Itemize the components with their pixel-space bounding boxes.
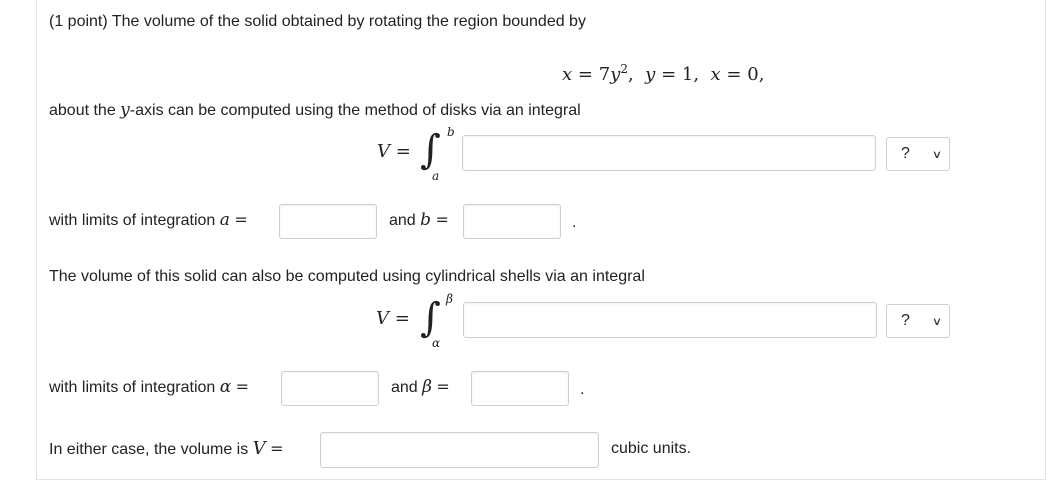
- disk-lower-limit: a: [432, 169, 440, 183]
- limit-beta-input[interactable]: [471, 371, 569, 406]
- chevron-down-icon: ∨: [931, 315, 943, 328]
- disk-integral-sign: ∫: [420, 127, 441, 173]
- boundary-equations: x = 7y2, y = 1, x = 0,: [562, 62, 765, 85]
- about-axis-text: about the y-axis can be computed using t…: [49, 100, 581, 120]
- problem-intro: (1 point) The volume of the solid obtain…: [49, 13, 586, 30]
- limit-b-input[interactable]: [463, 204, 561, 239]
- shell-limits-text: with limits of integration α =: [49, 377, 250, 397]
- and-beta-text: and β =: [391, 377, 450, 397]
- volume-text: In either case, the volume is V =: [49, 438, 284, 459]
- limit-a-input[interactable]: [279, 204, 377, 239]
- units-label: cubic units.: [611, 440, 692, 457]
- disk-variable-select[interactable]: ? ∨: [886, 137, 950, 171]
- volume-input[interactable]: [320, 432, 599, 468]
- chevron-down-icon: ∨: [931, 148, 943, 161]
- problem-panel: [36, 0, 1046, 480]
- limit-alpha-input[interactable]: [281, 371, 379, 406]
- disk-limits-text: with limits of integration a =: [49, 210, 248, 230]
- shell-select-value: ?: [901, 312, 910, 329]
- disk-select-value: ?: [901, 145, 910, 162]
- shell-lower-limit: α: [432, 336, 441, 350]
- shell-integral-sign: ∫: [420, 295, 441, 341]
- shell-integrand-input[interactable]: [463, 302, 877, 338]
- disk-volume-label: V =: [377, 141, 411, 162]
- shell-volume-label: V =: [376, 308, 410, 329]
- disk-period: .: [572, 214, 577, 231]
- and-b-text: and b =: [389, 210, 449, 230]
- disk-upper-limit: b: [447, 125, 455, 139]
- disk-integrand-input[interactable]: [462, 135, 876, 171]
- shells-intro: The volume of this solid can also be com…: [49, 268, 645, 285]
- shell-upper-limit: β: [446, 292, 453, 306]
- shell-period: .: [580, 381, 585, 398]
- shell-variable-select[interactable]: ? ∨: [886, 304, 950, 338]
